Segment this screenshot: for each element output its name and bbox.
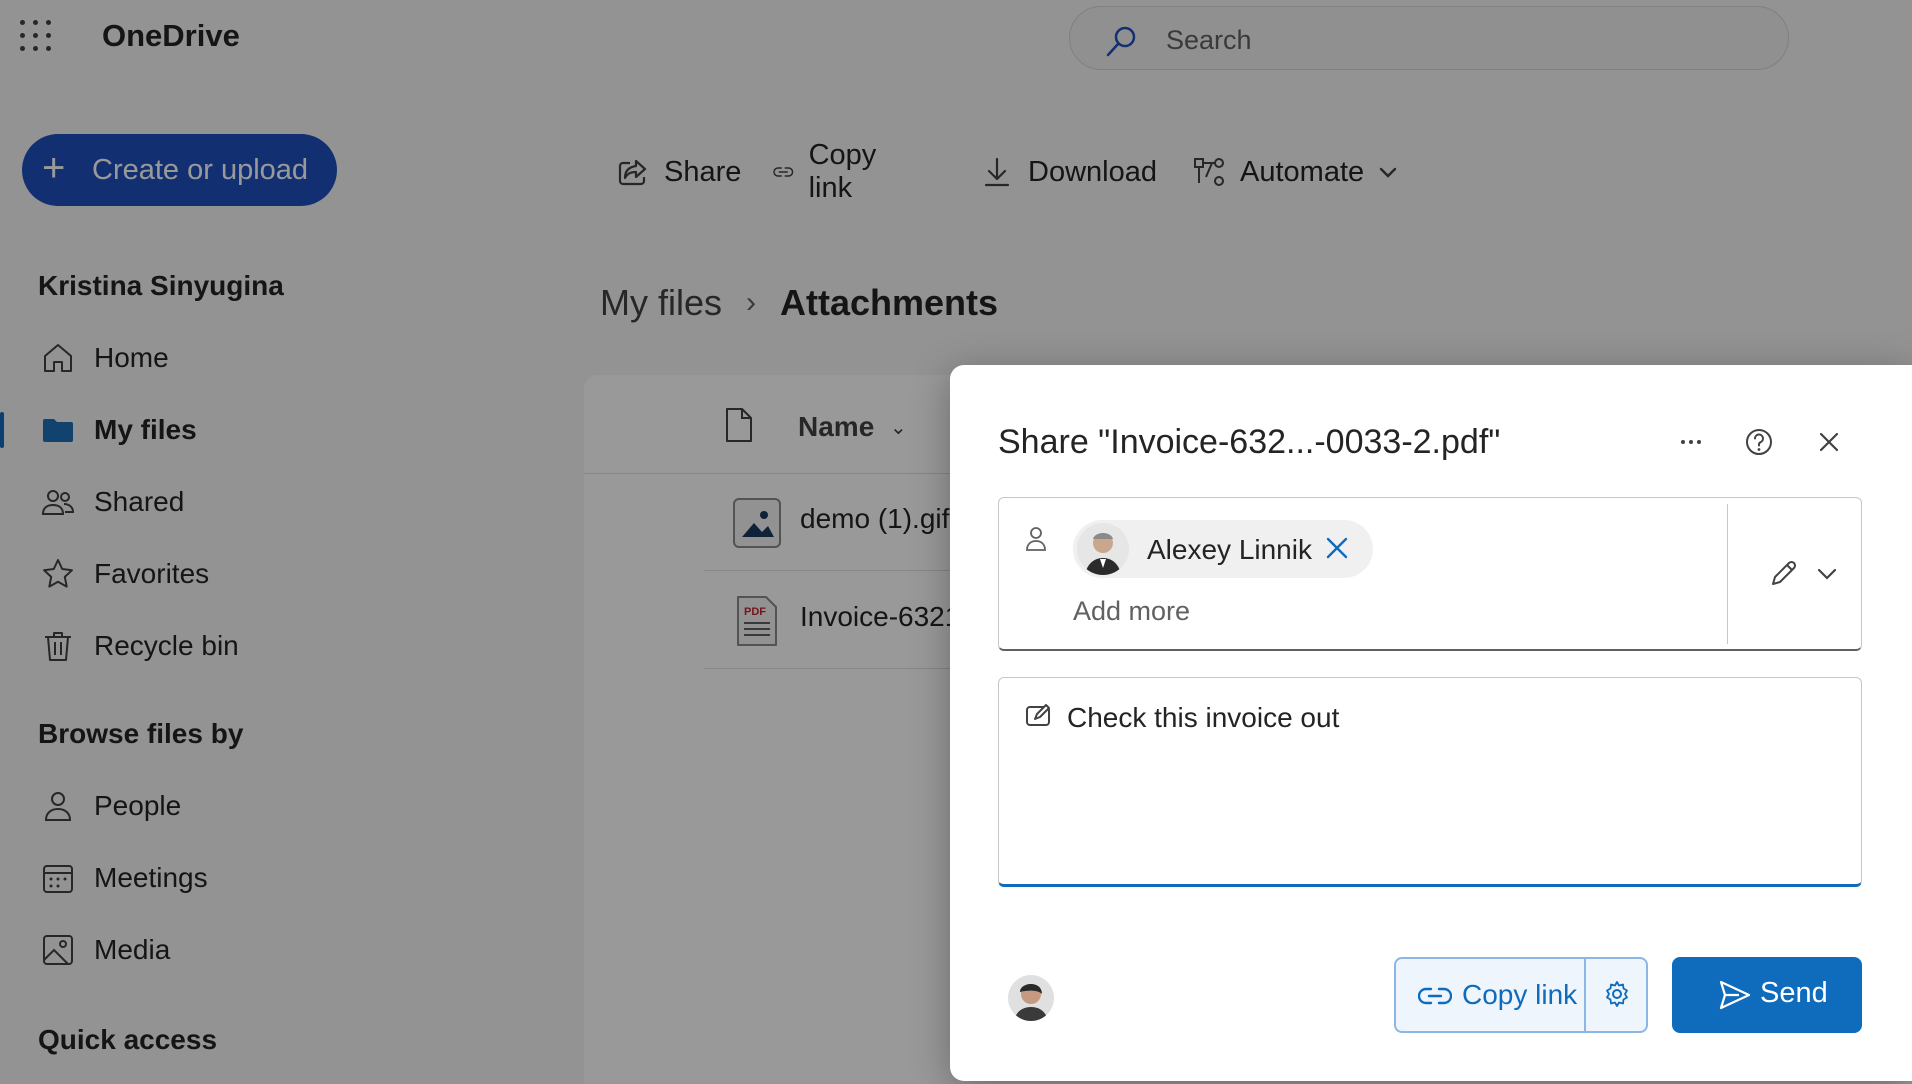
link-icon [1418, 987, 1452, 1005]
send-button[interactable]: Send [1672, 957, 1862, 1033]
send-label: Send [1760, 977, 1828, 1009]
pencil-icon[interactable] [1769, 558, 1799, 588]
recipient-chip[interactable]: Alexey Linnik [1073, 520, 1373, 578]
recipients-field[interactable]: Alexey Linnik Add more [998, 497, 1862, 651]
copy-link-group: Copy link [1394, 957, 1648, 1033]
divider [1727, 504, 1728, 644]
add-more-input[interactable]: Add more [1073, 596, 1190, 627]
share-dialog: Share "Invoice-632...-0033-2.pdf" Alexey… [950, 365, 1912, 1081]
more-options-icon[interactable] [1674, 425, 1708, 459]
dialog-title: Share "Invoice-632...-0033-2.pdf" [998, 423, 1501, 461]
message-field[interactable]: Check this invoice out [998, 677, 1862, 887]
avatar [1008, 975, 1054, 1021]
help-icon[interactable] [1742, 425, 1776, 459]
message-text: Check this invoice out [1067, 702, 1340, 733]
compose-icon [1026, 704, 1050, 726]
person-icon [1026, 527, 1046, 551]
close-icon[interactable] [1812, 425, 1846, 459]
chevron-down-icon[interactable] [1815, 562, 1839, 586]
recipient-name: Alexey Linnik [1147, 534, 1312, 565]
avatar [1077, 523, 1129, 575]
gear-icon[interactable] [1602, 979, 1632, 1009]
copy-link-button[interactable]: Copy link [1462, 979, 1577, 1011]
divider [1584, 959, 1586, 1031]
remove-recipient-icon[interactable] [1323, 534, 1351, 562]
send-icon [1719, 980, 1751, 1010]
